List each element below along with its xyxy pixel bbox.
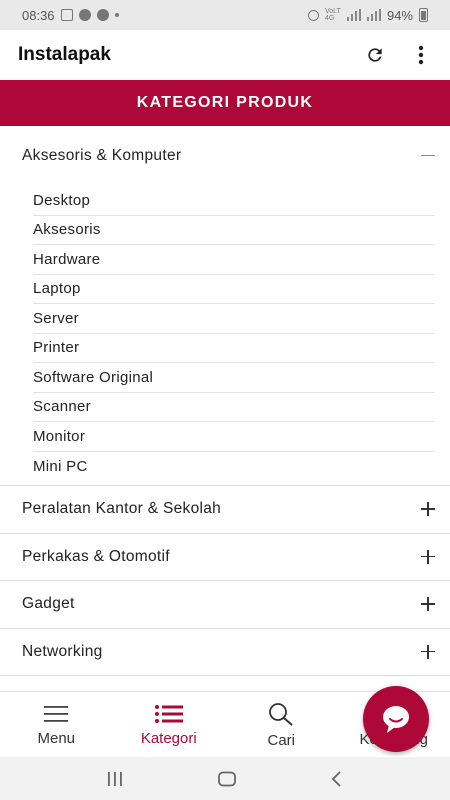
expand-plus-icon[interactable] — [420, 644, 436, 660]
status-bar-right: VoLTE 4G 94% — [307, 7, 428, 23]
app-bar: Instalapak — [0, 30, 450, 80]
chat-button[interactable] — [363, 686, 429, 752]
status-time: 08:36 — [22, 7, 55, 23]
alarm-icon — [307, 9, 319, 21]
subcategory-item[interactable]: Printer — [33, 334, 435, 363]
category-label: Networking — [22, 642, 103, 660]
category-row[interactable]: Networking — [0, 627, 450, 676]
recent-apps-icon[interactable] — [106, 771, 124, 787]
back-icon[interactable] — [330, 770, 344, 787]
nav-cari-label: Cari — [267, 731, 295, 749]
subcategory-item[interactable]: Mini PC — [33, 452, 435, 482]
expand-plus-icon[interactable] — [420, 596, 436, 612]
more-options-icon[interactable] — [410, 44, 432, 66]
signal-icon-2 — [366, 9, 381, 21]
category-row[interactable]: Gadget — [0, 580, 450, 628]
nav-cari[interactable]: Cari — [225, 692, 338, 758]
category-label: Peralatan Kantor & Sekolah — [22, 500, 222, 518]
home-icon[interactable] — [217, 771, 237, 787]
subcategory-item[interactable]: Desktop — [33, 186, 435, 216]
chat-bubble-icon — [383, 706, 409, 733]
category-label: Aksesoris & Komputer — [22, 147, 182, 164]
menu-icon — [44, 705, 69, 722]
app-bar-actions — [364, 44, 432, 66]
battery-icon — [419, 8, 428, 22]
facebook-icon — [78, 9, 91, 21]
category-banner: KATEGORI PRODUK — [0, 80, 450, 126]
collapse-minus-icon[interactable] — [420, 148, 436, 164]
subcategory-item[interactable]: Hardware — [33, 245, 435, 275]
status-bar: 08:36 VoLTE 4G 94% — [0, 0, 450, 30]
category-header-expanded[interactable]: Aksesoris & Komputer — [0, 126, 450, 186]
search-icon — [269, 702, 293, 726]
subcategory-item[interactable]: Scanner — [33, 393, 435, 422]
facebook-icon-2 — [96, 9, 109, 21]
category-row[interactable]: Peralatan Kantor & Sekolah — [0, 485, 450, 533]
subcategory-item[interactable]: Monitor — [33, 422, 435, 452]
category-label: Gadget — [22, 595, 75, 613]
expand-plus-icon[interactable] — [420, 501, 436, 517]
battery-percent: 94% — [386, 7, 413, 23]
app-title: Instalapak — [18, 44, 111, 65]
category-row[interactable]: Perkakas & Otomotif — [0, 532, 450, 581]
signal-icon — [346, 9, 361, 21]
refresh-icon[interactable] — [364, 44, 386, 66]
subcategory-item[interactable]: Software Original — [33, 363, 435, 393]
nav-menu[interactable]: Menu — [0, 692, 113, 758]
notification-dot-icon — [114, 13, 119, 17]
category-list: Aksesoris & Komputer Desktop Aksesoris H… — [0, 126, 450, 691]
list-icon — [154, 704, 183, 723]
status-bar-left: 08:36 — [22, 8, 119, 23]
expand-plus-icon[interactable] — [420, 549, 436, 565]
subcategory-item[interactable]: Server — [33, 304, 435, 334]
subcategory-item[interactable]: Laptop — [33, 275, 435, 304]
gallery-icon — [60, 9, 73, 21]
nav-kategori-label: Kategori — [140, 729, 197, 747]
nav-kategori[interactable]: Kategori — [113, 692, 226, 758]
network-type: VoLTE 4G — [324, 8, 341, 22]
system-navigation-bar — [0, 757, 450, 800]
subcategory-list: Desktop Aksesoris Hardware Laptop Server… — [0, 186, 450, 485]
subcategory-item[interactable]: Aksesoris — [33, 216, 435, 245]
nav-menu-label: Menu — [37, 729, 76, 747]
category-label: Perkakas & Otomotif — [22, 547, 170, 565]
